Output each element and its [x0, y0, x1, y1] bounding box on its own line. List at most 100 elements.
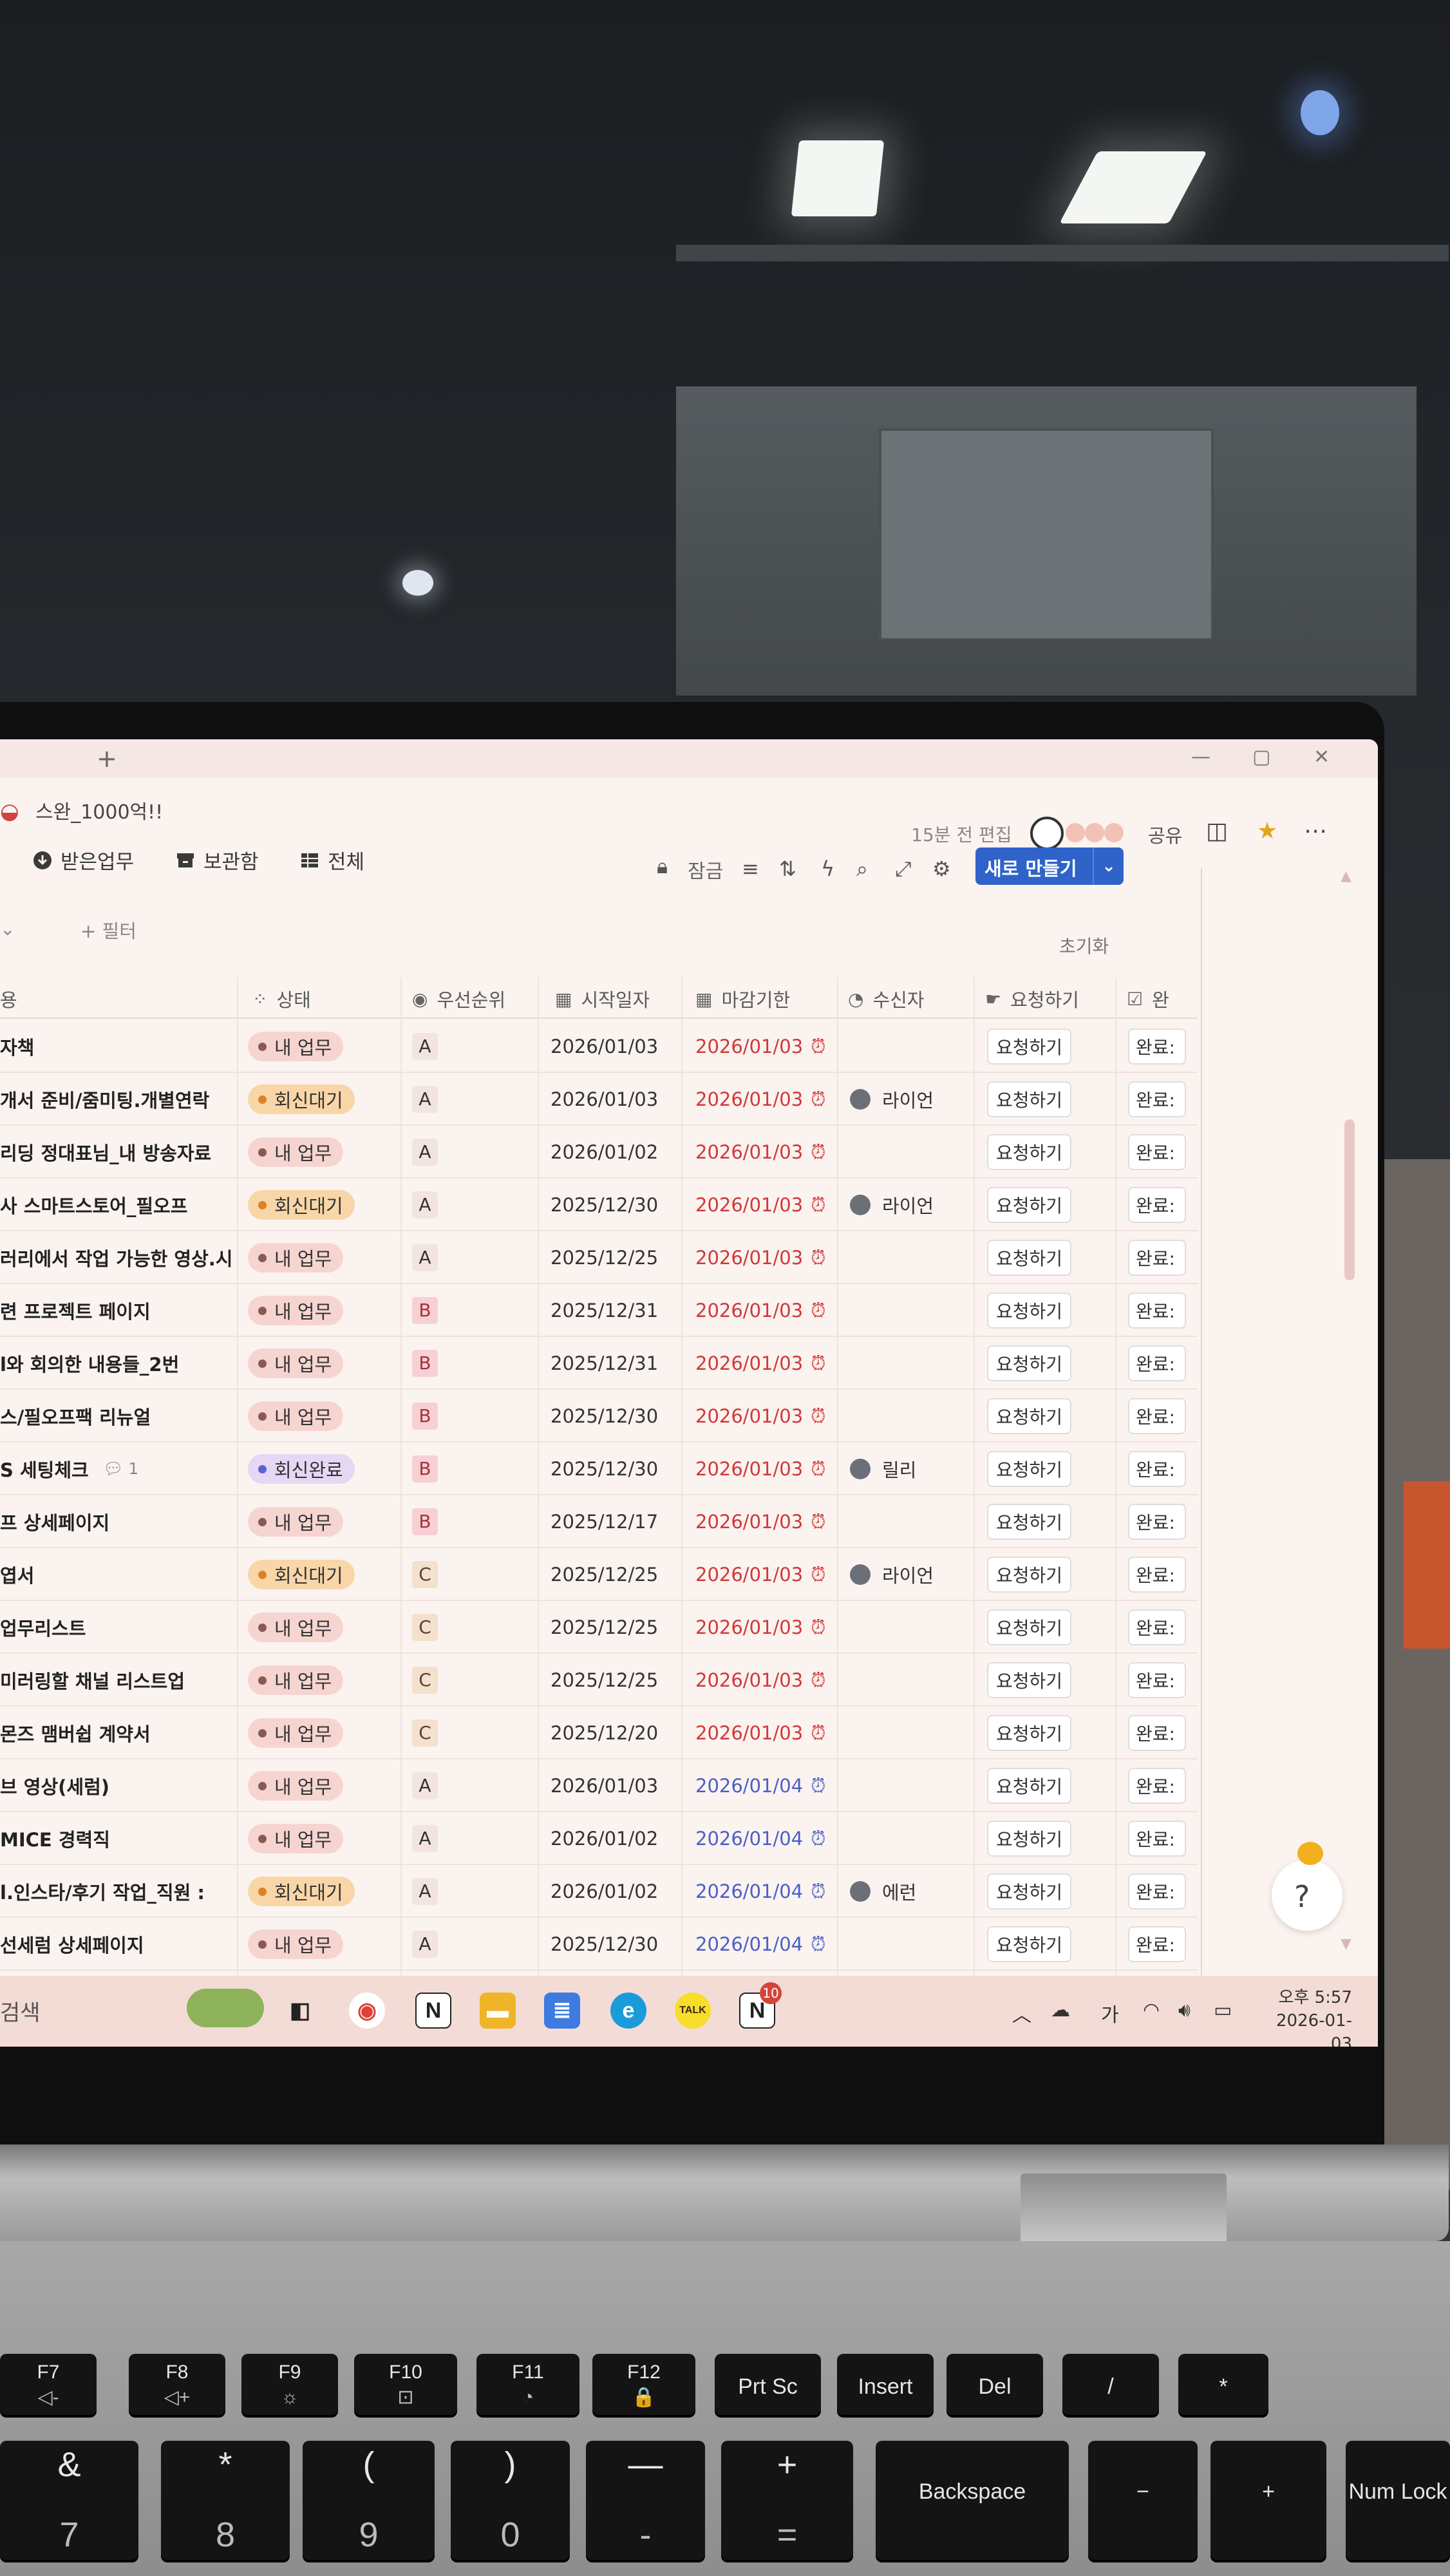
priority-cell[interactable]: A	[412, 1126, 476, 1179]
receiver-cell[interactable]: 라이언	[850, 1179, 972, 1231]
keyboard-key[interactable]: F10 ⊡	[354, 2354, 457, 2415]
column-status[interactable]: ⁘ 상태	[252, 985, 311, 1012]
task-name[interactable]: 프 상세페이지	[0, 1495, 232, 1548]
due-date[interactable]: 2026/01/03 ⏰︎	[695, 1337, 837, 1390]
status-cell[interactable]: 내 업무	[248, 1020, 396, 1073]
scroll-down-icon[interactable]: ▼	[1341, 1936, 1351, 1952]
task-name[interactable]: l와 회의한 내용들_2번	[0, 1337, 232, 1390]
request-button[interactable]: 요청하기	[987, 1398, 1072, 1434]
receiver-cell[interactable]	[850, 1495, 972, 1548]
lock-label[interactable]: 잠금	[688, 855, 723, 884]
keyboard-key[interactable]: Backspace	[876, 2441, 1069, 2560]
receiver-cell[interactable]	[850, 1337, 972, 1390]
done-button[interactable]: 완료:	[1128, 1715, 1186, 1751]
due-date[interactable]: 2026/01/04 ⏰︎	[695, 1918, 837, 1971]
keyboard-key[interactable]: +	[1210, 2441, 1326, 2560]
status-cell[interactable]: 내 업무	[248, 1390, 396, 1443]
column-name[interactable]: 용	[0, 985, 17, 1012]
keyboard-key[interactable]: Insert	[837, 2354, 934, 2415]
receiver-cell[interactable]	[850, 1707, 972, 1759]
receiver-cell[interactable]	[850, 1020, 972, 1073]
status-cell[interactable]: 내 업무	[248, 1284, 396, 1337]
column-start[interactable]: ▦ 시작일자	[555, 985, 650, 1012]
task-name[interactable]: 스/필오프팩 리뉴얼	[0, 1390, 232, 1443]
receiver-cell[interactable]: 릴리	[850, 1443, 972, 1495]
filter-icon[interactable]: ≡	[742, 857, 759, 881]
request-button[interactable]: 요청하기	[987, 1557, 1072, 1593]
priority-cell[interactable]: A	[412, 1231, 476, 1284]
start-date[interactable]: 2025/12/25	[551, 1654, 673, 1707]
done-button[interactable]: 완료:	[1128, 1028, 1186, 1065]
done-button[interactable]: 완료:	[1128, 1504, 1186, 1540]
task-name[interactable]: 미러링할 채널 리스트업	[0, 1654, 232, 1707]
request-button[interactable]: 요청하기	[987, 1926, 1072, 1962]
volume-icon[interactable]: 🔊︎	[1178, 1999, 1191, 2022]
chevron-down-icon[interactable]: ⌄	[0, 918, 15, 940]
receiver-cell[interactable]	[850, 1126, 972, 1179]
done-button[interactable]: 완료:	[1128, 1081, 1186, 1117]
start-date[interactable]: 2025/12/31	[551, 1284, 673, 1337]
start-date[interactable]: 2026/01/03	[551, 1020, 673, 1073]
task-name[interactable]: 업무리스트	[0, 1601, 232, 1654]
done-button[interactable]: 완료:	[1128, 1926, 1186, 1962]
receiver-cell[interactable]: 라이언	[850, 1073, 972, 1126]
table-row[interactable]: 미러링할 채널 리스트업 내 업무 C 2025/12/25 2026/01/03 ⏰︎ 요…	[0, 1654, 1198, 1707]
request-button[interactable]: 요청하기	[987, 1662, 1072, 1698]
keyboard-key[interactable]: Del	[946, 2354, 1043, 2415]
task-name[interactable]: 엽서	[0, 1548, 232, 1601]
column-priority[interactable]: ◉ 우선순위	[412, 985, 505, 1012]
start-date[interactable]: 2026/01/02	[551, 1126, 673, 1179]
sort-icon[interactable]: ⇅	[779, 857, 796, 881]
scrollbar[interactable]	[1344, 1119, 1355, 1280]
column-receiver[interactable]: ◔ 수신자	[848, 985, 924, 1012]
done-button[interactable]: 완료:	[1128, 1240, 1186, 1276]
due-date[interactable]: 2026/01/03 ⏰︎	[695, 1443, 837, 1495]
priority-cell[interactable]: B	[412, 1443, 476, 1495]
due-date[interactable]: 2026/01/03 ⏰︎	[695, 1073, 837, 1126]
keyboard-key[interactable]: Num Lock	[1346, 2441, 1450, 2560]
keyboard-key[interactable]: F8 ◁+	[129, 2354, 225, 2415]
done-button[interactable]: 완료:	[1128, 1451, 1186, 1487]
due-date[interactable]: 2026/01/03 ⏰︎	[695, 1231, 837, 1284]
due-date[interactable]: 2026/01/04 ⏰︎	[695, 1812, 837, 1865]
add-filter-button[interactable]: + 필터	[80, 916, 137, 943]
column-done[interactable]: ☑ 완	[1127, 985, 1169, 1012]
keyboard-key[interactable]: F12 🔒	[592, 2354, 695, 2415]
due-date[interactable]: 2026/01/03 ⏰︎	[695, 1390, 837, 1443]
start-date[interactable]: 2025/12/31	[551, 1337, 673, 1390]
start-date[interactable]: 2025/12/30	[551, 1918, 673, 1971]
request-button[interactable]: 요청하기	[987, 1081, 1072, 1117]
settings-icon[interactable]: ⚙	[932, 857, 951, 881]
due-date[interactable]: 2026/01/04 ⏰︎	[695, 1759, 837, 1812]
table-row[interactable]: 몬즈 맴버쉽 계약서 내 업무 C 2025/12/20 2026/01/03 ⏰︎ 요청하…	[0, 1707, 1198, 1759]
wifi-icon[interactable]: ◠	[1143, 1999, 1160, 2022]
receiver-cell[interactable]	[850, 1284, 972, 1337]
minimize-button[interactable]: —	[1191, 746, 1210, 768]
task-name[interactable]: 리딩 정대표님_내 방송자료	[0, 1126, 232, 1179]
table-row[interactable]: 자책 내 업무 A 2026/01/03 2026/01/03 ⏰︎ 요청하기 완료:	[0, 1020, 1198, 1073]
table-row[interactable]: 리딩 정대표님_내 방송자료 내 업무 A 2026/01/02 2026/01/03 ⏰…	[0, 1126, 1198, 1179]
table-row[interactable]: 사 스마트스토어_필오프 회신대기 A 2025/12/30 2026/01/03 ⏰︎ 라…	[0, 1179, 1198, 1231]
chrome-icon[interactable]: ◉	[349, 1993, 385, 2029]
keyboard-key[interactable]: F11 ◔	[476, 2354, 579, 2415]
keyboard-key[interactable]: F9 ☼	[241, 2354, 338, 2415]
expand-icon[interactable]: ⤢	[895, 857, 912, 882]
start-date[interactable]: 2025/12/30	[551, 1390, 673, 1443]
done-button[interactable]: 완료:	[1128, 1557, 1186, 1593]
receiver-cell[interactable]: 라이언	[850, 1548, 972, 1601]
column-due[interactable]: ▦ 마감기한	[695, 985, 790, 1012]
file-explorer-icon[interactable]: ▬	[480, 1993, 516, 2029]
notepad-icon[interactable]: ≣	[544, 1993, 580, 2029]
receiver-cell[interactable]	[850, 1601, 972, 1654]
close-button[interactable]: ✕	[1313, 746, 1330, 768]
help-button[interactable]: ?	[1272, 1842, 1342, 1931]
priority-cell[interactable]: C	[412, 1707, 476, 1759]
done-button[interactable]: 완료:	[1128, 1609, 1186, 1645]
priority-cell[interactable]: B	[412, 1495, 476, 1548]
priority-cell[interactable]: A	[412, 1073, 476, 1126]
priority-cell[interactable]: C	[412, 1548, 476, 1601]
status-cell[interactable]: 내 업무	[248, 1918, 396, 1971]
automation-icon[interactable]: ϟ	[821, 857, 834, 881]
keyboard-key[interactable]: −	[1088, 2441, 1198, 2560]
task-name[interactable]: l.인스타/후기 작업_직원 :	[0, 1865, 232, 1918]
